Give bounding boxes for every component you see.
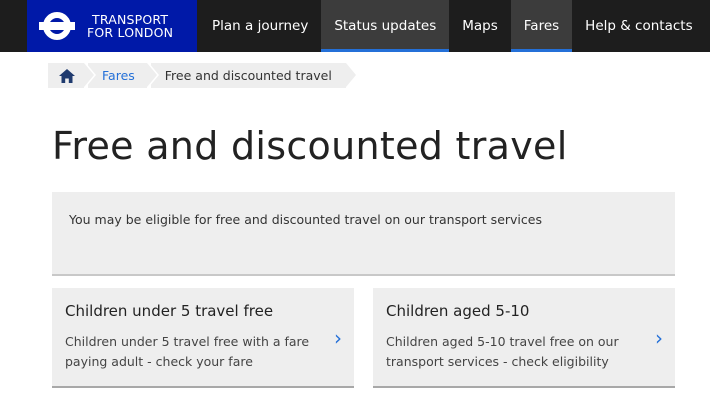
nav-help-contacts[interactable]: Help & contacts	[572, 0, 705, 52]
chevron-right-icon: ›	[334, 326, 342, 350]
breadcrumb: Fares Free and discounted travel	[48, 63, 358, 88]
breadcrumb-current: Free and discounted travel	[150, 63, 358, 88]
nav-status-updates[interactable]: Status updates	[321, 0, 450, 52]
logo-text: TRANSPORT FOR LONDON	[87, 13, 173, 39]
main-nav: Plan a journey Status updates Maps Fares…	[199, 0, 710, 52]
nav-maps[interactable]: Maps	[449, 0, 511, 52]
logo-line-2: FOR LONDON	[87, 25, 174, 40]
card-description: Children aged 5-10 travel free on our tr…	[386, 334, 619, 369]
card-children-5-10[interactable]: Children aged 5-10 Children aged 5-10 tr…	[373, 288, 675, 388]
nav-plan-a-journey[interactable]: Plan a journey	[199, 0, 321, 52]
breadcrumb-home[interactable]	[48, 63, 96, 88]
tfl-logo[interactable]: TRANSPORT FOR LONDON	[27, 0, 197, 52]
card-title: Children under 5 travel free	[65, 302, 274, 320]
intro-text: You may be eligible for free and discoun…	[69, 212, 542, 227]
card-children-under-5[interactable]: Children under 5 travel free Children un…	[52, 288, 354, 388]
card-title: Children aged 5-10	[386, 302, 530, 320]
roundel-icon	[39, 8, 75, 44]
breadcrumb-fares[interactable]: Fares	[88, 63, 159, 88]
page-title: Free and discounted travel	[52, 124, 568, 168]
card-description: Children under 5 travel free with a fare…	[65, 334, 310, 369]
chevron-right-icon: ›	[655, 326, 663, 350]
intro-panel: You may be eligible for free and discoun…	[52, 192, 675, 276]
nav-fares[interactable]: Fares	[510, 0, 573, 52]
nav-more[interactable]: M	[706, 0, 710, 52]
top-navigation-bar: TRANSPORT FOR LONDON Plan a journey Stat…	[0, 0, 710, 52]
home-icon	[59, 68, 75, 83]
